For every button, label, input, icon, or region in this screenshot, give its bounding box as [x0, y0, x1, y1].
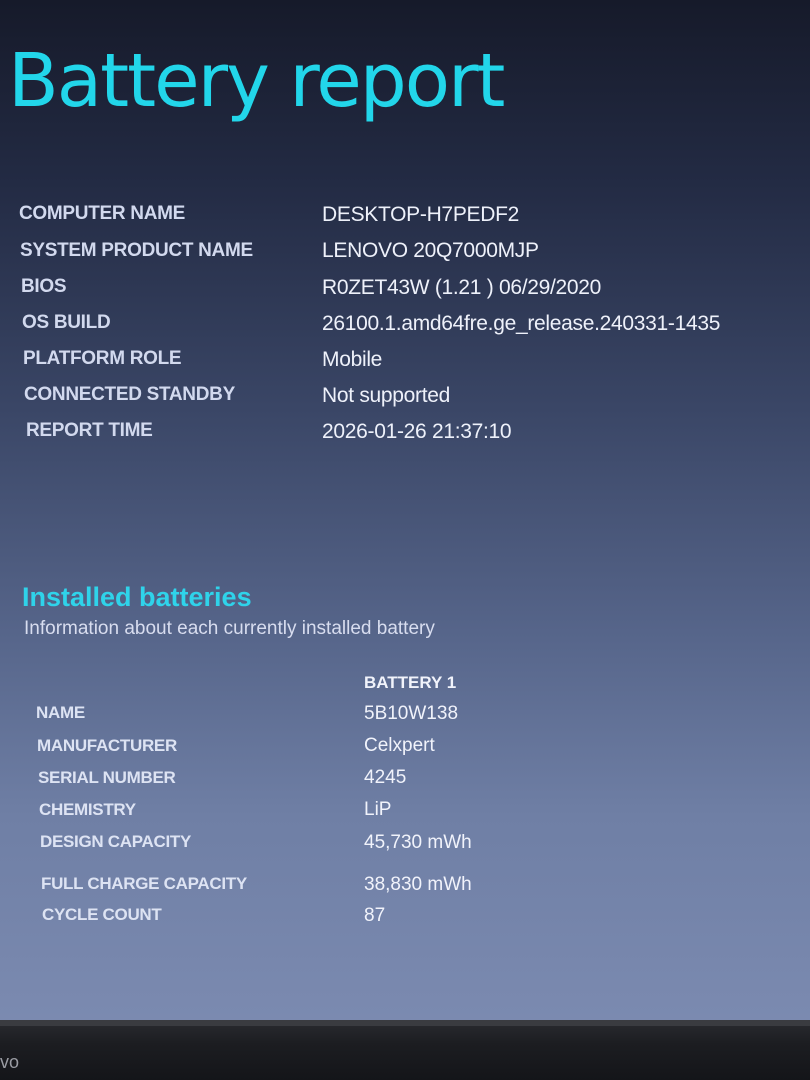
battery-name-label: NAME — [36, 703, 85, 722]
computer-name-value: DESKTOP-H7PEDF2 — [322, 203, 519, 226]
battery-serial-number-value: 4245 — [364, 767, 407, 788]
os-build-label: OS BUILD — [22, 312, 111, 333]
battery-name-value: 5B10W138 — [364, 703, 459, 724]
installed-batteries-description: Information about each currently install… — [24, 618, 435, 639]
system-product-name-label: SYSTEM PRODUCT NAME — [20, 240, 253, 261]
connected-standby-value: Not supported — [322, 384, 451, 407]
battery-manufacturer-value: Celxpert — [364, 735, 435, 756]
battery-chemistry-value: LiP — [364, 799, 392, 820]
system-product-name-value: LENOVO 20Q7000MJP — [322, 239, 539, 262]
computer-name-label: COMPUTER NAME — [19, 203, 186, 224]
bezel-logo-fragment: vo — [0, 1052, 20, 1072]
battery-full-charge-capacity-label: FULL CHARGE CAPACITY — [41, 874, 247, 893]
os-build-value: 26100.1.amd64fre.ge_release.240331-1435 — [322, 312, 721, 335]
battery-cycle-count-label: CYCLE COUNT — [42, 905, 162, 924]
bios-value: R0ZET43W (1.21 ) 06/29/2020 — [322, 276, 602, 299]
bezel-edge — [0, 1020, 810, 1026]
bios-label: BIOS — [21, 276, 67, 297]
report-time-label: REPORT TIME — [26, 420, 153, 441]
battery-chemistry-label: CHEMISTRY — [39, 800, 136, 819]
platform-role-value: Mobile — [322, 348, 383, 371]
battery-serial-number-label: SERIAL NUMBER — [38, 768, 176, 787]
laptop-bezel — [0, 1020, 810, 1080]
battery-design-capacity-value: 45,730 mWh — [364, 832, 472, 853]
battery-manufacturer-label: MANUFACTURER — [37, 736, 177, 755]
battery-design-capacity-label: DESIGN CAPACITY — [40, 832, 192, 851]
report-screen: Battery report COMPUTER NAME DESKTOP-H7P… — [0, 0, 810, 1020]
connected-standby-label: CONNECTED STANDBY — [24, 384, 235, 405]
battery-full-charge-capacity-value: 38,830 mWh — [364, 874, 472, 895]
installed-batteries-heading: Installed batteries — [22, 582, 252, 612]
report-time-value: 2026-01-26 21:37:10 — [322, 420, 512, 443]
battery-cycle-count-value: 87 — [364, 905, 386, 926]
page-title: Battery report — [8, 38, 505, 124]
platform-role-label: PLATFORM ROLE — [23, 348, 182, 369]
battery-column-header: BATTERY 1 — [364, 673, 457, 692]
